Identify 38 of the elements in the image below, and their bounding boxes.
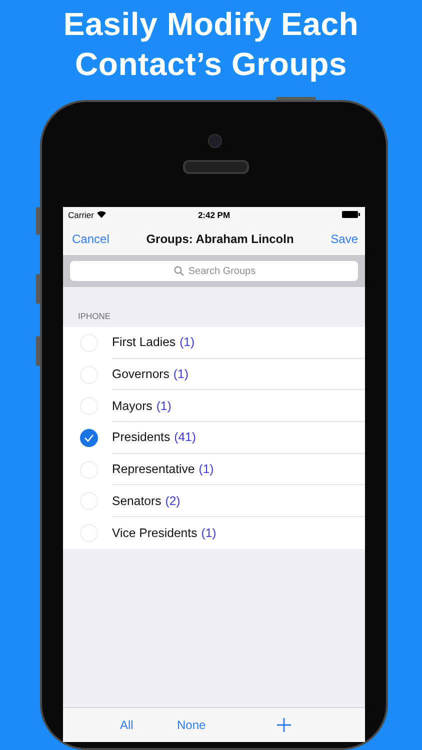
group-count: (41) xyxy=(174,430,196,444)
toolbar-button[interactable]: All xyxy=(120,718,177,732)
section-header: IPHONE xyxy=(77,310,112,323)
toolbar-button[interactable]: None xyxy=(177,718,277,732)
group-row[interactable]: First Ladies (1) xyxy=(63,327,365,359)
headline: Contact’s Groups xyxy=(74,45,348,84)
wifi-icon xyxy=(96,211,106,218)
nav-title: Groups: Abraham Lincoln xyxy=(146,232,294,246)
group-row[interactable]: Vice Presidents (1) xyxy=(63,517,365,549)
group-row[interactable]: Mayors (1) xyxy=(63,390,365,422)
group-name: Representative xyxy=(112,462,195,476)
group-name: Governors xyxy=(112,367,170,382)
group-row[interactable]: Senators (2) xyxy=(63,485,365,518)
battery-icon xyxy=(342,211,360,218)
carrier-label: Carrier xyxy=(68,210,94,220)
group-count: (1) xyxy=(180,335,195,350)
group-name: Vice Presidents xyxy=(112,526,198,540)
phone-camera xyxy=(208,134,222,148)
group-row[interactable]: Presidents (41) xyxy=(63,422,365,454)
checked-circle[interactable] xyxy=(80,428,98,447)
cancel-button[interactable]: Cancel xyxy=(72,232,110,246)
group-row[interactable]: Representative (1) xyxy=(63,454,365,486)
headline: Easily Modify Each xyxy=(63,5,359,44)
group-count: (1) xyxy=(173,367,188,382)
phone-speaker xyxy=(183,160,249,174)
group-name: First Ladies xyxy=(112,335,176,350)
group-count: (1) xyxy=(156,398,172,413)
status-time: 2:42 PM xyxy=(196,210,232,220)
add-icon[interactable] xyxy=(277,718,291,732)
group-count: (1) xyxy=(201,526,216,540)
group-count: (2) xyxy=(165,494,180,508)
search-field[interactable]: Search Groups xyxy=(70,261,358,281)
save-button[interactable]: Save xyxy=(330,232,358,246)
group-name: Presidents xyxy=(112,430,170,444)
group-name: Senators xyxy=(112,494,162,508)
group-name: Mayors xyxy=(112,398,152,413)
group-row[interactable]: Governors (1) xyxy=(63,358,365,390)
group-count: (1) xyxy=(198,462,214,476)
